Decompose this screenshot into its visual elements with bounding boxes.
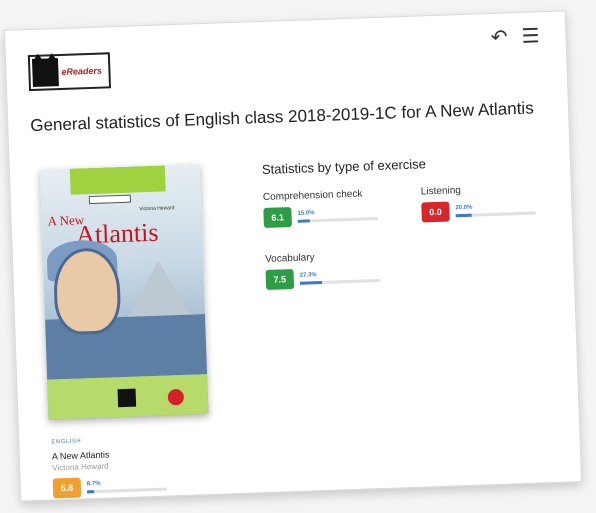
progress-track xyxy=(455,211,536,218)
stat-label: Listening xyxy=(420,185,462,198)
cat-logo-icon xyxy=(31,58,59,87)
book-language: ENGLISH xyxy=(51,438,82,446)
hamburger-menu-icon[interactable]: ☰ xyxy=(521,25,540,48)
book-cover[interactable]: A New Victoria Heward Atlantis xyxy=(39,164,209,420)
progress-fill xyxy=(87,490,95,494)
book-author: Victoria Heward xyxy=(52,461,109,473)
top-toolbar: ↶ ☰ xyxy=(490,25,540,49)
main-card: eReaders ↶ ☰ General statistics of Engli… xyxy=(3,10,583,502)
stat-vocabulary: Vocabulary 7.5 27.3% xyxy=(265,250,380,290)
cover-band xyxy=(69,165,166,195)
percent-label: 15.0% xyxy=(297,210,315,217)
publisher-logo-icon xyxy=(117,388,137,408)
score-badge: 5.8 xyxy=(52,477,82,499)
stat-comprehension-check: Comprehension check 6.1 15.0% xyxy=(263,188,378,228)
stat-label: Comprehension check xyxy=(262,188,363,204)
stats-title: Statistics by type of exercise xyxy=(261,156,427,178)
percent-label: 27.3% xyxy=(299,272,317,279)
progress-fill xyxy=(455,213,472,218)
app-logo[interactable]: eReaders xyxy=(27,52,112,92)
cover-author: Victoria Heward xyxy=(139,205,175,213)
progress-track xyxy=(299,278,380,285)
progress-track xyxy=(87,487,168,494)
page-title: General statistics of English class 2018… xyxy=(29,98,534,136)
percent-label: 20.0% xyxy=(455,204,473,212)
book-meta: ENGLISH A New Atlantis Victoria Heward 5… xyxy=(51,436,168,499)
book-score-row: 5.8 8.7% xyxy=(52,475,168,499)
logo-brand-text: eReaders xyxy=(61,65,103,77)
score-badge: 6.1 xyxy=(263,207,292,228)
undo-icon[interactable]: ↶ xyxy=(490,26,508,49)
cover-chip xyxy=(88,194,132,205)
progress-fill xyxy=(299,281,322,285)
stat-label: Vocabulary xyxy=(264,252,315,265)
progress-track xyxy=(297,217,378,223)
percent-label: 8.7% xyxy=(86,480,101,488)
progress-fill xyxy=(297,219,310,223)
stat-listening: Listening 0.0 20.0% xyxy=(421,183,536,223)
score-badge: 0.0 xyxy=(421,201,450,223)
score-badge: 7.5 xyxy=(265,268,295,290)
